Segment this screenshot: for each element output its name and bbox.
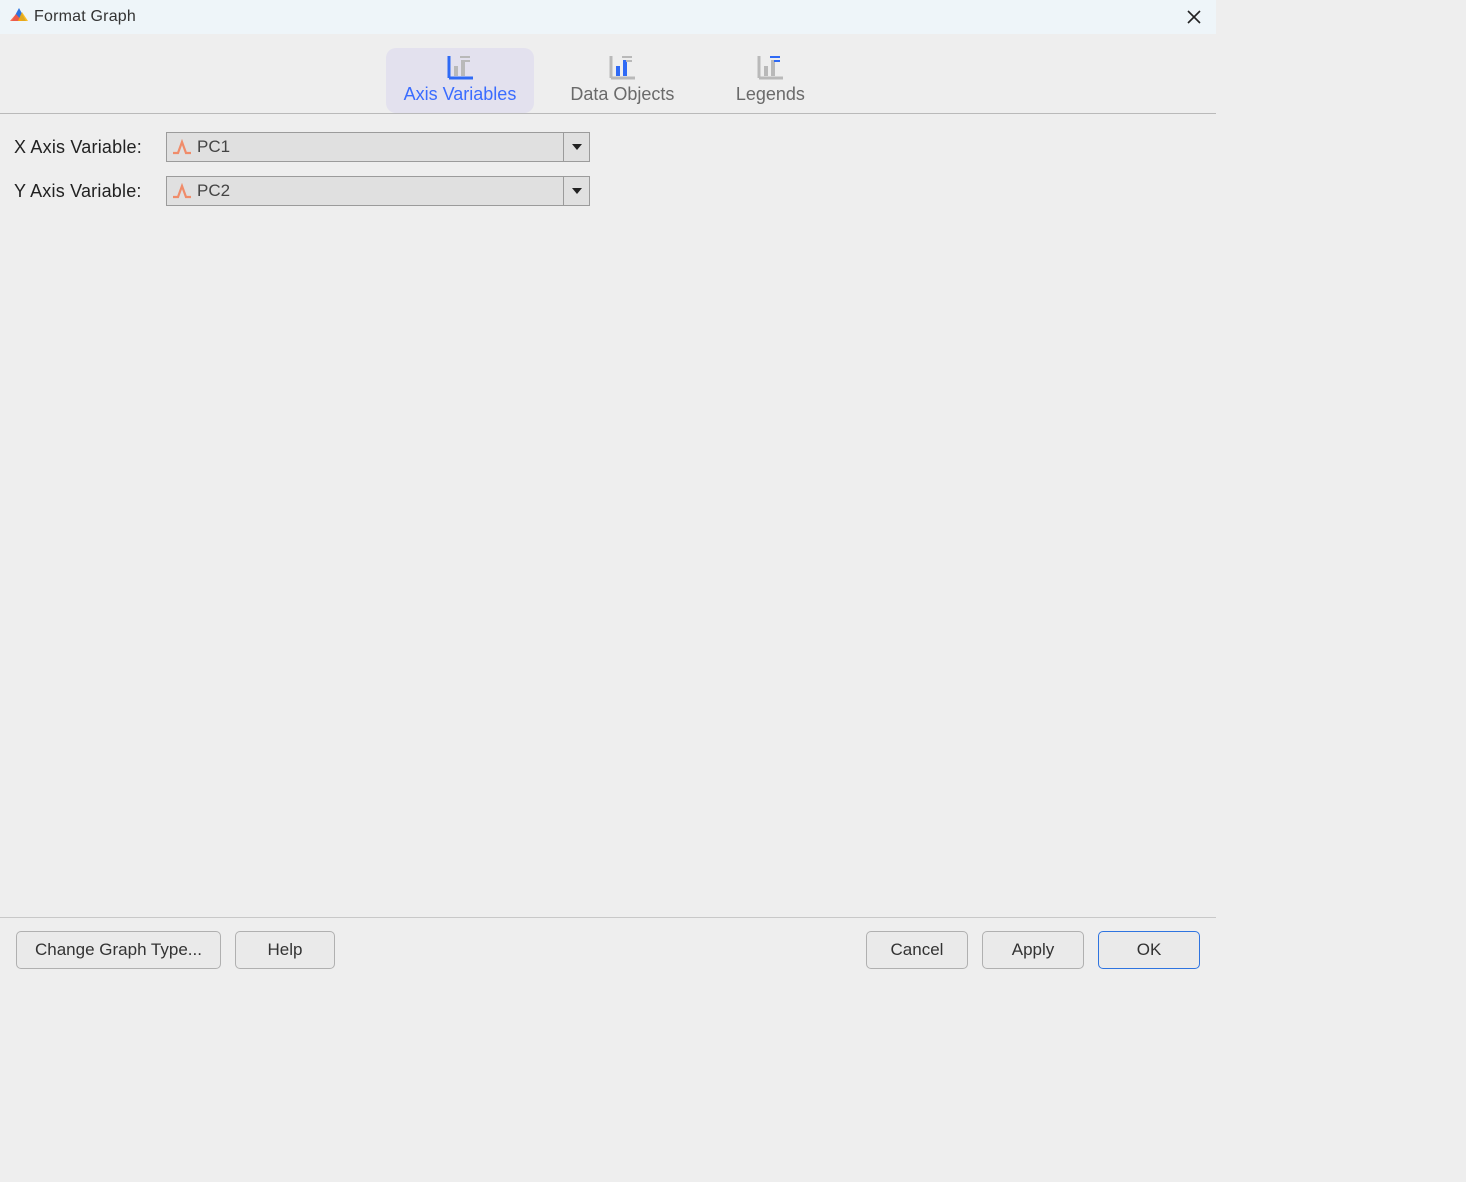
variable-peak-icon (167, 139, 197, 155)
x-axis-label: X Axis Variable: (14, 137, 166, 158)
chevron-down-icon (571, 187, 583, 195)
x-axis-row: X Axis Variable: PC1 (14, 132, 1202, 162)
apply-button[interactable]: Apply (982, 931, 1084, 969)
y-axis-variable-dropdown[interactable]: PC2 (166, 176, 590, 206)
help-button[interactable]: Help (235, 931, 335, 969)
titlebar: Format Graph (0, 0, 1216, 34)
footer: Change Graph Type... Help Cancel Apply O… (0, 918, 1216, 982)
tab-data-objects[interactable]: Data Objects (552, 48, 692, 113)
x-axis-variable-dropdown[interactable]: PC1 (166, 132, 590, 162)
close-button[interactable] (1182, 5, 1206, 29)
tab-label: Axis Variables (404, 84, 517, 105)
close-icon (1186, 9, 1202, 25)
variable-peak-icon (167, 183, 197, 199)
x-axis-value: PC1 (197, 137, 230, 157)
chevron-down-icon (571, 143, 583, 151)
chart-bars-icon (607, 54, 637, 80)
change-graph-type-button[interactable]: Change Graph Type... (16, 931, 221, 969)
tab-label: Legends (736, 84, 805, 105)
chart-legend-icon (755, 54, 785, 80)
window-title: Format Graph (34, 8, 136, 26)
y-axis-value: PC2 (197, 181, 230, 201)
app-icon (10, 6, 28, 29)
dropdown-arrow (563, 177, 589, 205)
tabstrip: Axis Variables Data Objects (0, 34, 1216, 114)
tab-legends[interactable]: Legends (710, 48, 830, 113)
dropdown-arrow (563, 133, 589, 161)
tab-label: Data Objects (570, 84, 674, 105)
y-axis-row: Y Axis Variable: PC2 (14, 176, 1202, 206)
cancel-button[interactable]: Cancel (866, 931, 968, 969)
format-graph-dialog: Format Graph Axis Variables (0, 0, 1216, 982)
dialog-body: X Axis Variable: PC1 Y Axis Variable: (0, 114, 1216, 917)
y-axis-label: Y Axis Variable: (14, 181, 166, 202)
tab-axis-variables[interactable]: Axis Variables (386, 48, 535, 113)
chart-axis-icon (445, 54, 475, 80)
ok-button[interactable]: OK (1098, 931, 1200, 969)
